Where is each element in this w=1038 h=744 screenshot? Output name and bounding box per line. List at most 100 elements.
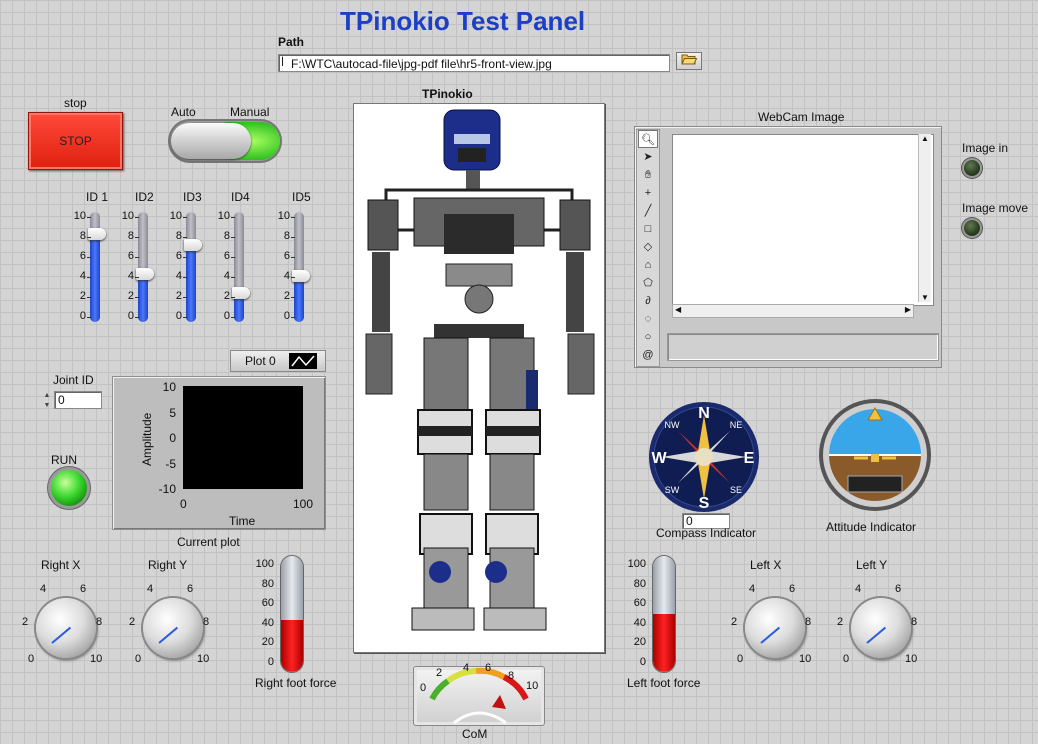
slider-label-id5: ID5 <box>292 190 311 204</box>
compass-e: E <box>744 450 755 467</box>
browse-button[interactable] <box>676 52 702 70</box>
plot-xtick-100: 100 <box>293 497 314 511</box>
force-tick-label: 100 <box>255 558 274 570</box>
image-in-led[interactable] <box>964 160 980 176</box>
plot-caption: Current plot <box>177 535 240 549</box>
slider-thumb[interactable] <box>184 239 202 251</box>
slider-tick-label: 6 <box>110 250 139 262</box>
slider-label-id2: ID2 <box>135 190 154 204</box>
line-style-icon <box>291 355 315 367</box>
knob-tick-label: 2 <box>22 616 29 628</box>
oval-tool-icon[interactable]: ○ <box>638 328 658 346</box>
slider-tick-label: 2 <box>266 290 295 302</box>
run-label: RUN <box>51 453 77 467</box>
slider-thumb[interactable] <box>88 228 106 240</box>
path-input[interactable]: ꟾ F:\WTC\autocad-file\jpg-pdf file\hr5-f… <box>278 54 670 72</box>
slider-tick-label: 8 <box>158 230 187 242</box>
compass-nw: NW <box>665 420 680 430</box>
knob-label-0: Right X <box>41 558 81 572</box>
slider-tick-label: 10 <box>110 210 139 222</box>
panel-title: TPinokio Test Panel <box>340 6 586 36</box>
compass-caption: Compass Indicator <box>656 526 757 540</box>
force-tick-label: 100 <box>627 558 646 570</box>
slider-fill <box>138 273 148 322</box>
knob-tick-label: 0 <box>843 653 850 665</box>
line-tool-icon[interactable]: ╱ <box>638 202 658 220</box>
com-meter <box>429 667 529 725</box>
freehand-tool-icon[interactable]: ∂ <box>638 292 658 310</box>
image-move-led[interactable] <box>964 220 980 236</box>
scroll-right-icon[interactable]: ▶ <box>905 305 911 314</box>
slider-track[interactable] <box>186 212 196 322</box>
rotated-rectangle-tool-icon[interactable]: ◇ <box>638 238 658 256</box>
slider-tick-label: 4 <box>206 270 235 282</box>
webcam-image-view[interactable] <box>672 134 934 306</box>
freehand-region-tool-icon[interactable]: ◌ <box>638 310 658 328</box>
pan-tool-icon[interactable]: ✋︎ <box>638 166 658 184</box>
force-tick-label: 20 <box>261 636 274 648</box>
slider-id3[interactable]: 10 8 6 4 2 0 <box>158 210 202 324</box>
slider-tick-label: 8 <box>266 230 295 242</box>
scroll-down-icon[interactable]: ▼ <box>919 293 931 302</box>
scroll-up-icon[interactable]: ▲ <box>919 134 931 143</box>
spiral-tool-icon[interactable]: @ <box>638 346 658 364</box>
stop-button[interactable]: STOP <box>28 112 123 170</box>
plot-legend-swatch <box>289 353 317 369</box>
com-tick-label: 0 <box>420 682 427 694</box>
knob-label-1: Right Y <box>148 558 188 572</box>
attitude-icon <box>819 399 931 511</box>
point-tool-icon[interactable]: + <box>638 184 658 202</box>
slider-id2[interactable]: 10 8 6 4 2 0 <box>110 210 154 324</box>
slider-tick-label: 4 <box>158 270 187 282</box>
slider-tick-label: 0 <box>62 310 91 322</box>
slider-label-id3: ID3 <box>183 190 202 204</box>
pointer-tool-icon[interactable]: ➤ <box>638 148 658 166</box>
slider-tick-label: 6 <box>62 250 91 262</box>
slider-label-id1: ID 1 <box>86 190 109 204</box>
path-value: F:\WTC\autocad-file\jpg-pdf file\hr5-fro… <box>291 57 552 71</box>
webcam-horizontal-scrollbar[interactable]: ◀ ▶ <box>672 304 914 318</box>
plot-area[interactable] <box>183 386 303 489</box>
knob-left-y[interactable] <box>851 598 911 658</box>
plot-ytick: 0 <box>169 431 176 445</box>
scroll-left-icon[interactable]: ◀ <box>675 305 681 314</box>
zoom-tool-icon[interactable]: 🔍︎ <box>638 130 658 148</box>
attitude-caption: Attitude Indicator <box>826 520 917 534</box>
knob-tick-label: 8 <box>96 616 103 628</box>
knob-right-x[interactable] <box>36 598 96 658</box>
slider-id5[interactable]: 10 8 6 4 2 0 <box>266 210 310 324</box>
plot-xlabel: Time <box>229 514 256 528</box>
slider-thumb[interactable] <box>292 269 310 282</box>
knob-right-y[interactable] <box>143 598 203 658</box>
polygon-tool-icon[interactable]: ⬠ <box>638 274 658 292</box>
rectangle-tool-icon[interactable]: □ <box>638 220 658 238</box>
webcam-vertical-scrollbar[interactable]: ▲ ▼ <box>918 134 931 302</box>
auto-manual-toggle[interactable] <box>168 119 282 163</box>
right-foot-force-fill <box>281 619 303 672</box>
com-tick-label: 8 <box>508 670 515 682</box>
slider-id1[interactable]: 10 8 6 4 2 0 <box>62 210 106 324</box>
joint-id-stepper[interactable]: ▲ ▼ <box>42 391 52 411</box>
compass-icon: N S W E NW NE SW SE <box>649 402 759 512</box>
slider-track[interactable] <box>294 212 304 322</box>
slider-tick-label: 10 <box>158 210 187 222</box>
slider-tick-label: 8 <box>62 230 91 242</box>
compass-se: SE <box>730 485 742 495</box>
path-label: Path <box>278 35 305 49</box>
run-led[interactable] <box>51 470 87 506</box>
plot-legend[interactable]: Plot 0 <box>230 350 326 372</box>
image-move-label: Image move <box>962 201 1029 215</box>
webcam-status-bar <box>667 333 939 361</box>
slider-id4[interactable]: 10 8 6 4 2 0 <box>206 210 250 324</box>
knob-left-x[interactable] <box>745 598 805 658</box>
left-foot-force-label: Left foot force <box>627 676 701 690</box>
slider-tick-label: 2 <box>110 290 139 302</box>
compass-n: N <box>698 405 710 422</box>
attitude-indicator <box>818 398 932 512</box>
slider-track[interactable] <box>234 212 244 322</box>
annulus-tool-icon[interactable]: ⌂ <box>638 256 658 274</box>
knob-label-3: Left Y <box>856 558 888 572</box>
slider-fill <box>186 245 196 322</box>
joint-id-input[interactable]: 0 <box>54 391 102 409</box>
slider-tick-label: 10 <box>266 210 295 222</box>
